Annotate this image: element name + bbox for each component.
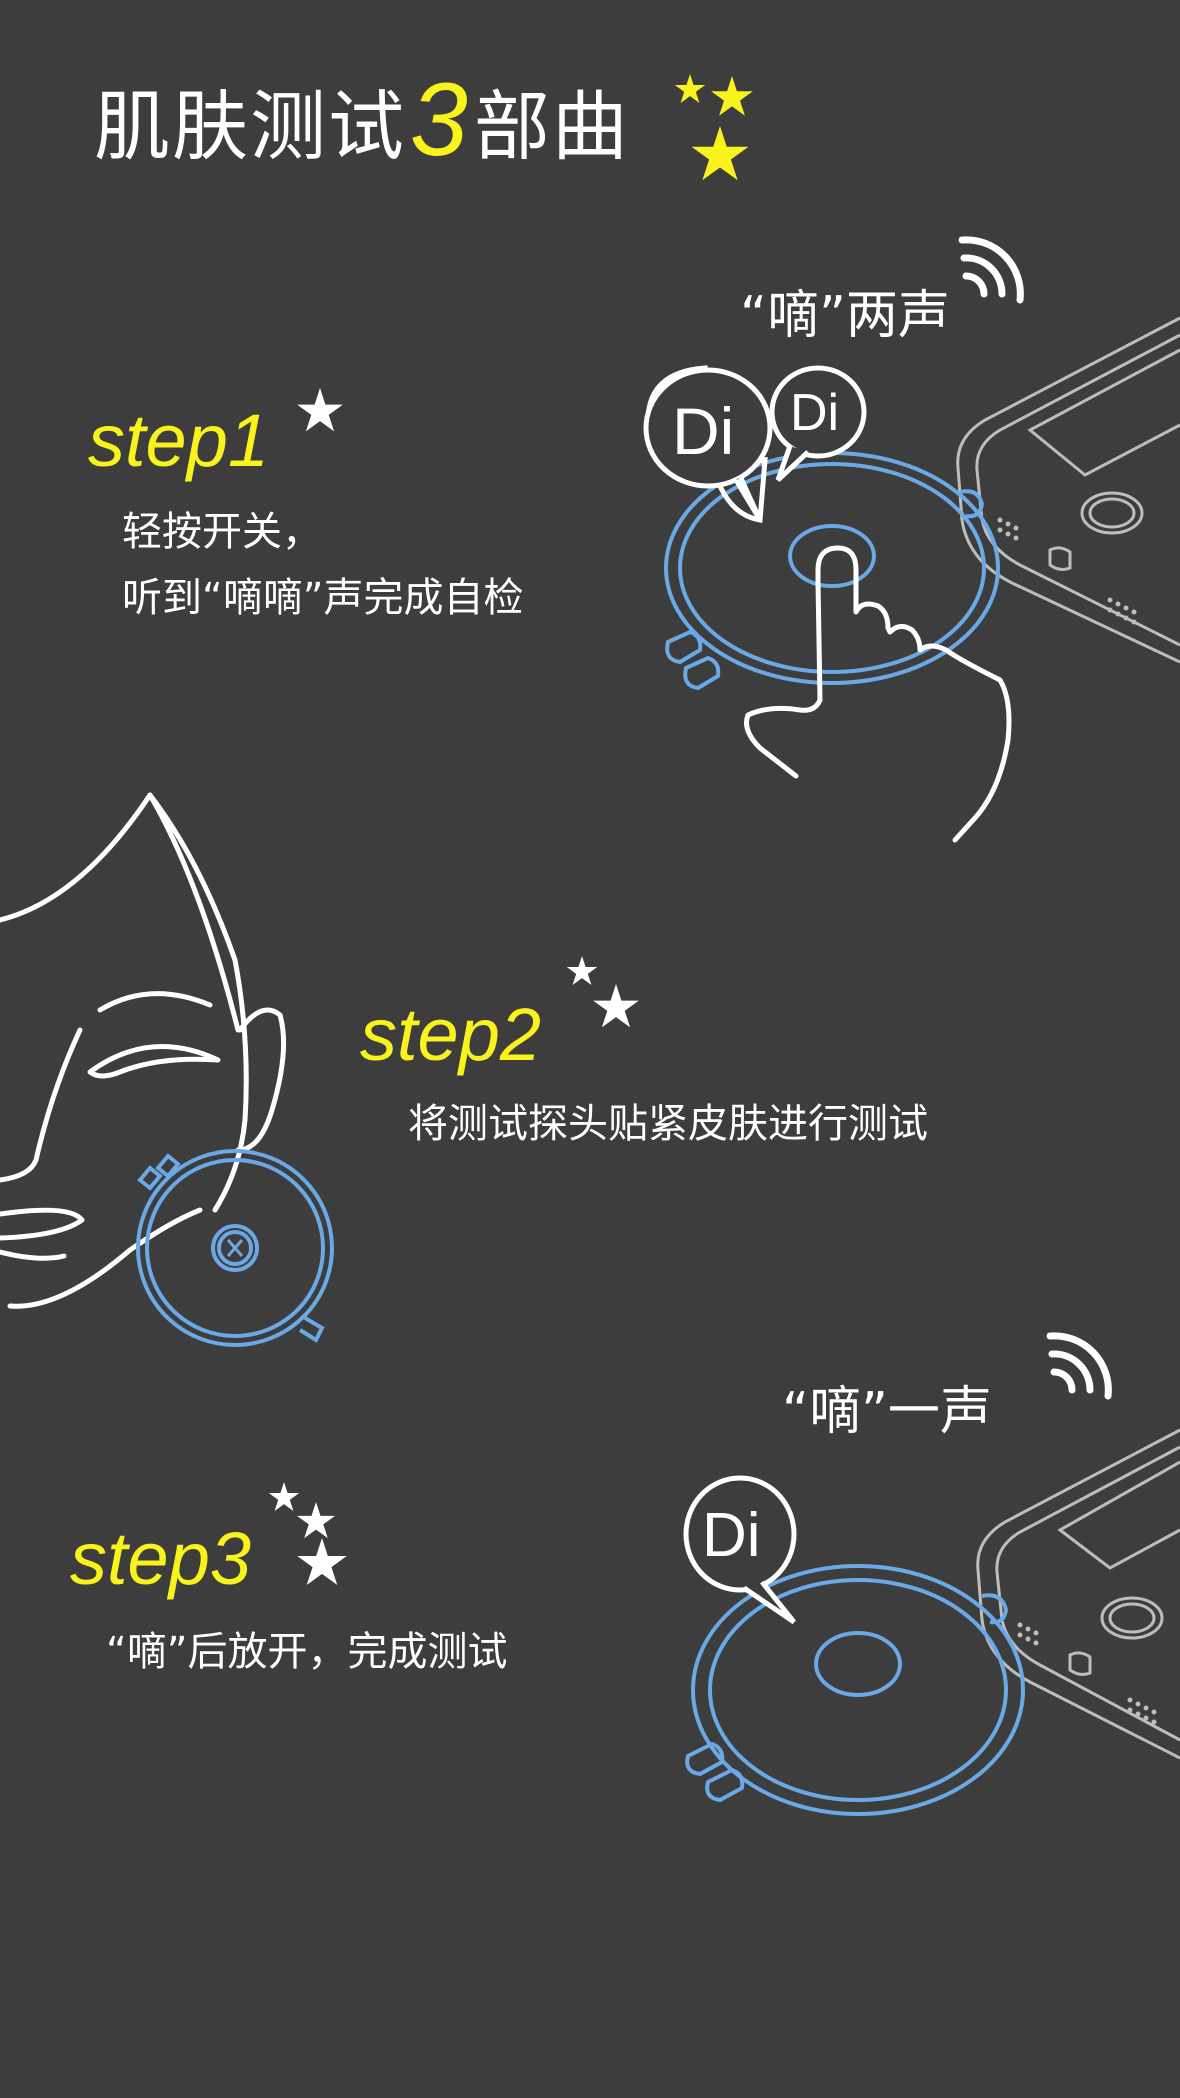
step3-stars-icon (268, 1482, 347, 1586)
phone-illustration-step3 (976, 1428, 1180, 1760)
bubble-text-1: Di (672, 394, 734, 468)
phone-illustration-step1 (956, 316, 1180, 664)
step3-label: step3 (70, 1517, 252, 1600)
title-number: 3 (410, 62, 470, 178)
step1-label: step1 (88, 399, 270, 482)
sound-wave-icon-step1 (958, 236, 1024, 304)
title-prefix: 肌肤测试 (94, 82, 406, 171)
step2-label: step2 (360, 993, 542, 1076)
step2-stars-icon (566, 956, 639, 1028)
title-suffix: 部曲 (473, 82, 630, 171)
title-stars-icon (674, 74, 753, 181)
illustration-layer: Di Di Di (0, 74, 1180, 1816)
device-illustration-step3 (685, 1564, 1025, 1816)
step3-text-line1: “嘀”后放开，完成测试 (106, 1629, 508, 1675)
hand-illustration (744, 545, 1012, 843)
page-title: 肌肤测试3部曲 (94, 66, 630, 172)
sound-wave-icon-step3 (1046, 1332, 1112, 1400)
step1-star-icon (297, 388, 343, 432)
bubble-text-2: Di (790, 384, 839, 442)
step1-text-line1: 轻按开关， (122, 509, 322, 555)
step3-beep-label: “嘀”一声 (782, 1382, 992, 1442)
step1-beep-label: “嘀”两声 (740, 286, 950, 346)
step2-text-line1: 将测试探头贴紧皮肤进行测试 (408, 1101, 928, 1147)
step1-text-line2: 听到“嘀嘀”声完成自检 (122, 575, 524, 621)
bubble-text-3: Di (702, 1501, 761, 1570)
device-illustration-step2 (136, 1149, 334, 1347)
